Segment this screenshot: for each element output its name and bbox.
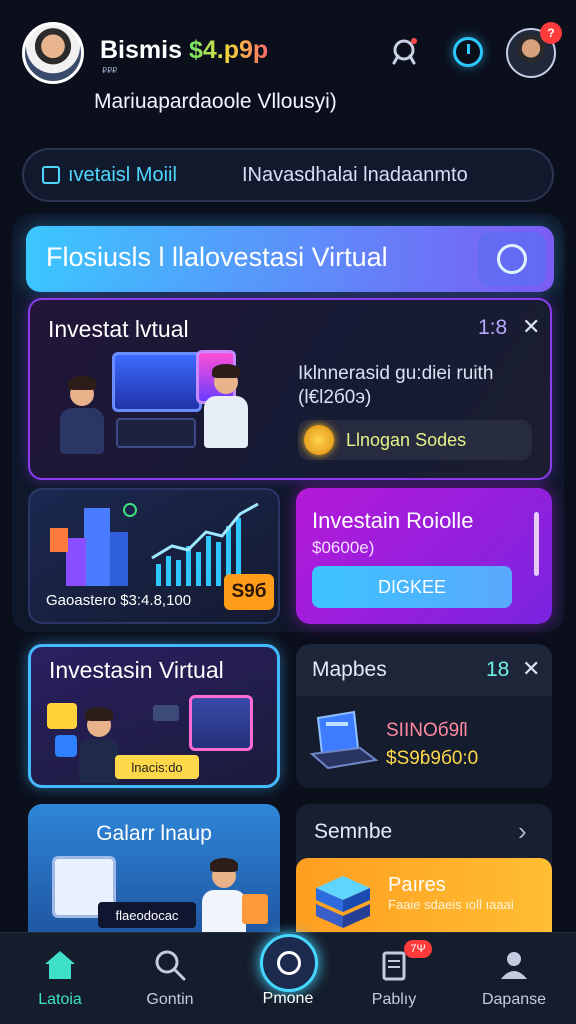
chat-button[interactable] [478,232,546,286]
virtual-title: Investasin Virtual [49,657,224,683]
chevron-right-icon[interactable]: › [518,816,527,847]
history-button[interactable] [450,34,486,70]
portfolio-action-button[interactable]: DIGKEE [312,566,512,608]
user-avatar[interactable] [22,22,84,84]
scrollbar[interactable] [534,512,539,576]
gallery-title: Galarr lnaup [96,822,212,845]
gallery-chip: flaeodocac [98,902,196,928]
nav-item-search[interactable]: Gontin [120,933,220,1024]
server-stack-icon [316,876,370,928]
chart-footer: Gaoastero $3:4.8,100 [46,592,192,609]
nav-label: Latoia [38,991,82,1008]
brand-accent: $4.p9p [188,36,269,64]
chat-icon [497,244,527,274]
close-icon[interactable]: ✕ [522,314,540,340]
tab-label: INavasdhalai lnadaanmto [242,163,468,186]
price-tag: S9б [224,574,274,610]
search-icon [155,950,186,981]
virtual-chip: lnacis:do [115,755,199,779]
image-icon [42,166,60,184]
user-icon [501,952,527,979]
investor-illustration [46,344,276,474]
nav-label: Pablıy [371,991,417,1008]
brand-main: Bismis [100,36,182,64]
greeting-text: Mariuapardaoole Vllousyi) [94,90,337,113]
clock-icon [453,37,483,67]
coin-pill[interactable]: Llnogan Sodes [298,420,532,460]
nav-label: Pmone [262,990,314,1007]
chat-icon [277,951,301,975]
maps-value: $S9ɓ9б0:0 [386,748,479,769]
notification-badge: ? [540,22,562,44]
semnbe-title: Semnbe [314,820,393,843]
banner-title: Flosiusls l llalovestasi Virtual [46,242,388,272]
nav-label: Dapanse [481,991,547,1008]
nav-item-center-action[interactable] [260,934,318,992]
tab-label: ıvetaisl Moiil [68,163,177,186]
nav-item-home[interactable]: Latoia [10,933,110,1024]
virtual-investment-card[interactable]: Investasin Virtual lnacis:do [28,644,280,788]
brand-subtitle: ₽₽₽ [102,66,118,75]
maps-card[interactable]: Mapbes 18 ✕ SIINOб9ſl $S9ɓ9б0:0 [296,644,552,788]
promo-title: Paıres [388,874,446,896]
tab-virtual-model[interactable]: ıvetaisl Moiil [24,150,214,200]
feature-description: Iklnnerasid gu:diei ruith (l€l2б0э) [298,363,494,408]
virtual-investment-banner[interactable]: Flosiusls l llalovestasi Virtual [26,226,554,292]
tab-bar: ıvetaisl Moiil INavasdhalai lnadaanmto [22,148,554,202]
promo-subtitle: Faaie sdaeis ıoll ıaaai [388,897,514,912]
feature-card[interactable]: Investat lvtual 1:8 ✕ Iklnnerasid gu:die… [28,298,552,480]
nav-badge: 7Ψ [404,940,432,958]
tab-investment-info[interactable]: INavasdhalai lnadaanmto [214,150,468,200]
portfolio-amount: $0600e) [312,538,375,557]
app-header: Bismis $4.p9p ₽₽₽ Mariuapardaoole Vllous… [0,0,576,140]
bell-icon [392,38,417,65]
pill-label: Llnogan Sodes [346,429,467,450]
maps-count: 18 [486,658,510,681]
close-icon[interactable]: ✕ [522,656,540,682]
laptop-illustration [310,710,379,770]
feature-ratio: 1:8 [478,316,508,339]
coin-icon [304,425,334,455]
nav-item-profile[interactable]: Dapanse [464,933,564,1024]
nav-label: Gontin [146,991,194,1008]
home-icon [45,951,75,979]
maps-label: SIINOб9ſl [386,720,468,741]
growth-chart-card[interactable]: Gaoastero $3:4.8,100 S9б [28,488,280,624]
maps-title: Mapbes [312,658,387,681]
portfolio-title: Investain Roiolle [312,508,474,533]
notification-button[interactable] [386,34,422,70]
portfolio-card[interactable]: Investain Roiolle $0600e) DIGKEE [296,488,552,624]
brand-title: Bismis $4.p9p [100,36,268,65]
feature-title: Investat lvtual [48,316,189,342]
